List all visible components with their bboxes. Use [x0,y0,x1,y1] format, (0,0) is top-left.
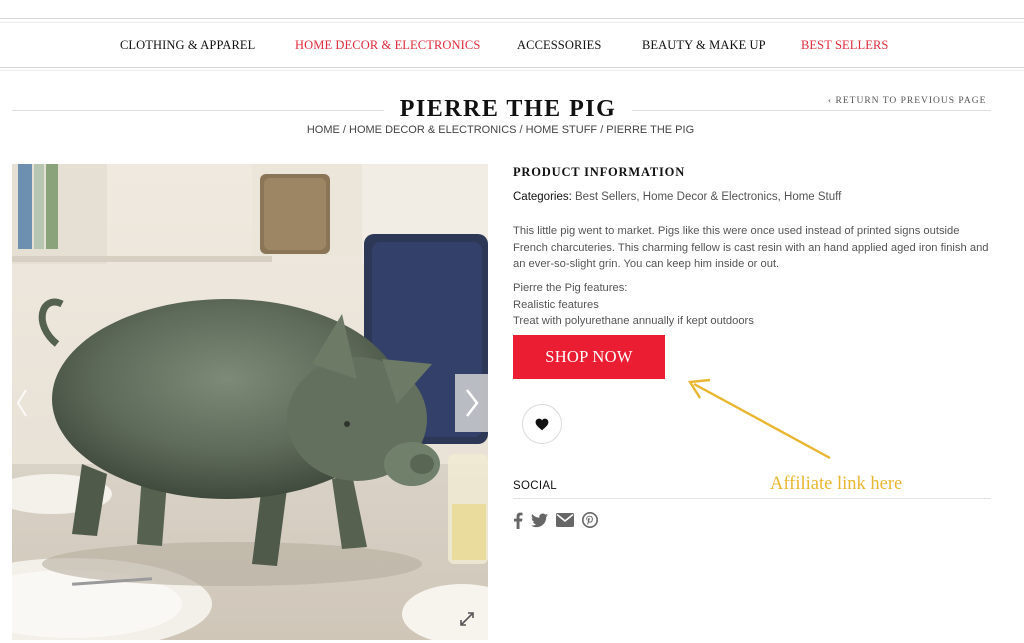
feature-item: Treat with polyurethane annually if kept… [513,315,754,327]
category-link-home-stuff[interactable]: Home Stuff [784,191,841,203]
return-link[interactable]: ‹ RETURN TO PREVIOUS PAGE [828,96,986,106]
expand-icon [460,612,474,626]
pinterest-icon[interactable] [582,512,598,528]
feature-item: Realistic features [513,298,599,311]
expand-image-button[interactable] [458,610,476,628]
category-link-home-decor[interactable]: Home Decor & Electronics [643,191,778,203]
title-rule-right [632,110,991,111]
heart-icon [535,418,549,430]
category-link-best-sellers[interactable]: Best Sellers [575,191,636,203]
product-features: Pierre the Pig features: Realistic featu… [513,280,991,330]
gallery-prev-button[interactable] [12,374,34,432]
title-rule-left [12,110,384,111]
nav-item-accessories[interactable]: ACCESSORIES [517,23,601,67]
breadcrumb[interactable]: HOME / HOME DECOR & ELECTRONICS / HOME S… [0,124,1001,136]
main-navigation: CLOTHING & APPAREL HOME DECOR & ELECTRON… [0,23,1024,67]
product-image[interactable] [12,164,488,640]
twitter-icon[interactable] [531,512,548,528]
nav-divider [0,67,1024,68]
nav-item-home-decor[interactable]: HOME DECOR & ELECTRONICS [295,23,480,67]
chevron-right-icon [466,389,479,417]
nav-item-clothing[interactable]: CLOTHING & APPAREL [120,23,255,67]
wishlist-button[interactable] [522,404,562,444]
categories-label: Categories: [513,191,572,203]
facebook-icon[interactable] [513,512,523,529]
product-description: This little pig went to market. Pigs lik… [513,225,989,270]
social-share-icons [513,511,598,529]
nav-divider-inner [0,70,1024,71]
social-heading: SOCIAL [513,480,557,492]
annotation-arrow [687,378,831,460]
product-categories: Categories: Best Sellers, Home Decor & E… [513,191,842,203]
top-divider [0,18,1024,19]
annotation-text: Affiliate link here [770,474,903,494]
chevron-left-icon [16,389,27,417]
nav-item-beauty[interactable]: BEAUTY & MAKE UP [642,23,766,67]
product-photo [12,164,488,640]
product-information-heading: PRODUCT INFORMATION [513,165,686,179]
social-divider [513,498,991,499]
features-title: Pierre the Pig features: [513,282,628,294]
shop-now-button[interactable]: SHOP NOW [513,335,665,379]
email-icon[interactable] [556,513,574,527]
nav-item-best-sellers[interactable]: BEST SELLERS [801,23,888,67]
page-title: PIERRE THE PIG [399,96,617,122]
gallery-next-button[interactable] [455,374,488,432]
